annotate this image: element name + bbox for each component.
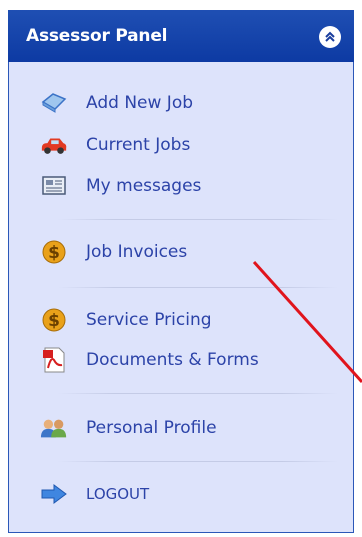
annotation-line xyxy=(252,260,362,384)
